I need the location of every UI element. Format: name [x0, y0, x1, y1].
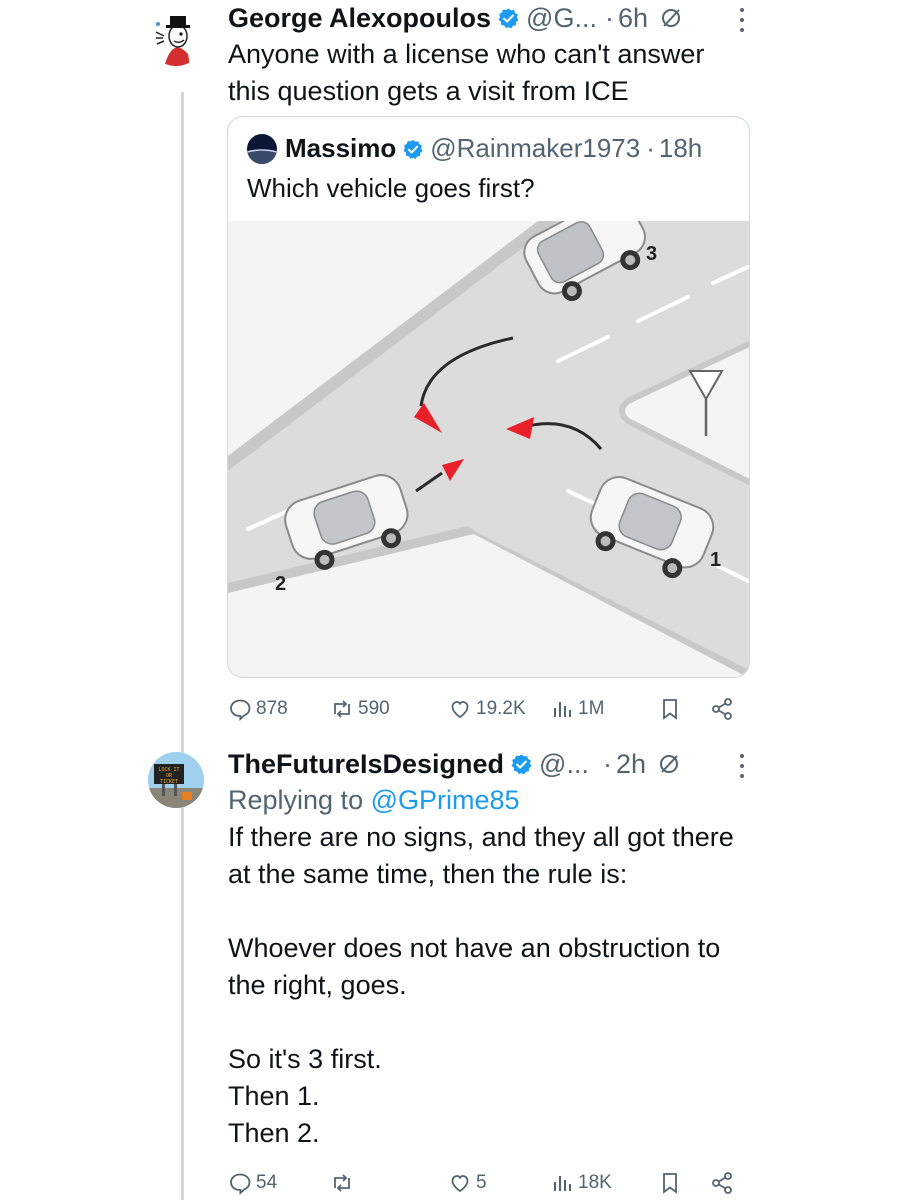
separator-dot: ·	[604, 2, 614, 33]
like-button[interactable]: 19.2K	[448, 694, 526, 724]
reply-button[interactable]: 54	[228, 1168, 277, 1198]
quoted-author-name: Massimo	[285, 133, 397, 163]
tweet-reply[interactable]: TheFutureIsDesigned @... · 2h Replying t…	[228, 746, 900, 1152]
repost-button[interactable]	[330, 1168, 358, 1198]
reply-icon	[230, 699, 251, 721]
separator-dot: ·	[646, 133, 655, 163]
quoted-tweet-header: Massimo @Rainmaker1973 · 18h	[247, 133, 702, 164]
share-icon	[712, 1172, 732, 1194]
reply-icon	[230, 1173, 251, 1195]
view-count: 1M	[578, 698, 605, 719]
grok-icon[interactable]	[658, 753, 680, 775]
tweet-header: TheFutureIsDesigned @... · 2h	[228, 746, 900, 782]
share-button[interactable]	[710, 694, 738, 724]
car-label-3: 3	[646, 243, 658, 265]
repost-icon	[334, 1174, 350, 1192]
verified-badge-icon	[510, 753, 533, 776]
reply-button[interactable]: 878	[228, 694, 288, 724]
tweet-header: George Alexopoulos @G... · 6h	[228, 0, 900, 36]
tweet-main[interactable]: George Alexopoulos @G... · 6h Anyone wit…	[228, 0, 900, 110]
quoted-avatar	[247, 133, 277, 164]
thread-connector-line	[181, 92, 184, 1200]
quoted-tweet-text: Which vehicle goes first?	[247, 173, 535, 203]
like-count: 5	[476, 1172, 487, 1193]
view-count: 18K	[578, 1172, 612, 1193]
tweet-time[interactable]: 2h	[616, 749, 646, 780]
replying-to-line: Replying to @GPrime85	[228, 782, 900, 819]
repost-icon	[334, 700, 350, 718]
quoted-tweet-card[interactable]: Massimo @Rainmaker1973 · 18h Which vehic…	[227, 116, 750, 678]
views-button[interactable]: 1M	[550, 694, 604, 724]
repost-count: 590	[358, 698, 390, 719]
like-count: 19.2K	[476, 698, 526, 719]
tweet-time[interactable]: 6h	[618, 3, 648, 34]
avatar-cartoon-image	[148, 10, 204, 66]
bookmark-button[interactable]	[658, 694, 686, 724]
quoted-author-handle: @Rainmaker1973	[430, 133, 641, 163]
views-button[interactable]: 18K	[550, 1168, 612, 1198]
repost-button[interactable]: 590	[330, 694, 390, 724]
author-handle[interactable]: @...	[539, 749, 589, 780]
author-handle[interactable]: @G...	[526, 3, 597, 34]
separator-dot: ·	[602, 748, 612, 779]
author-name[interactable]: George Alexopoulos	[228, 3, 491, 34]
reply-count: 54	[256, 1172, 278, 1193]
quoted-tweet-time: 18h	[658, 133, 703, 163]
bookmark-button[interactable]	[658, 1168, 686, 1198]
grok-icon[interactable]	[660, 7, 682, 29]
bookmark-icon	[663, 699, 677, 720]
share-icon	[712, 698, 732, 720]
more-options-icon[interactable]	[739, 754, 745, 778]
intersection-diagram-image[interactable]: 3 2 1	[228, 221, 749, 677]
car-label-1: 1	[710, 549, 722, 571]
avatar[interactable]	[148, 10, 204, 66]
tweet-action-bar: 54 5 18K	[228, 1168, 748, 1198]
analytics-icon	[554, 1176, 571, 1191]
heart-icon	[451, 701, 469, 719]
avatar-road-sign-image: LOCK IT OR TICKET	[148, 752, 204, 808]
verified-badge-icon	[497, 7, 520, 30]
like-button[interactable]: 5	[448, 1168, 487, 1198]
heart-icon	[451, 1175, 469, 1193]
author-name[interactable]: TheFutureIsDesigned	[228, 749, 504, 780]
car-label-2: 2	[275, 573, 287, 595]
reply-count: 878	[256, 698, 288, 719]
avatar[interactable]: LOCK IT OR TICKET	[148, 752, 204, 808]
replying-to-label: Replying to	[228, 785, 371, 815]
tweet-action-bar: 878 590 19.2K 1M	[228, 694, 748, 724]
analytics-icon	[554, 702, 571, 717]
replying-to-mention-link[interactable]: @GPrime85	[371, 785, 520, 815]
more-options-icon[interactable]	[739, 8, 745, 32]
tweet-text: If there are no signs, and they all got …	[228, 822, 734, 1148]
bookmark-icon	[663, 1173, 677, 1194]
verified-badge-icon	[402, 138, 424, 160]
share-button[interactable]	[710, 1168, 738, 1198]
tweet-text: Anyone with a license who can't answer t…	[228, 39, 705, 106]
